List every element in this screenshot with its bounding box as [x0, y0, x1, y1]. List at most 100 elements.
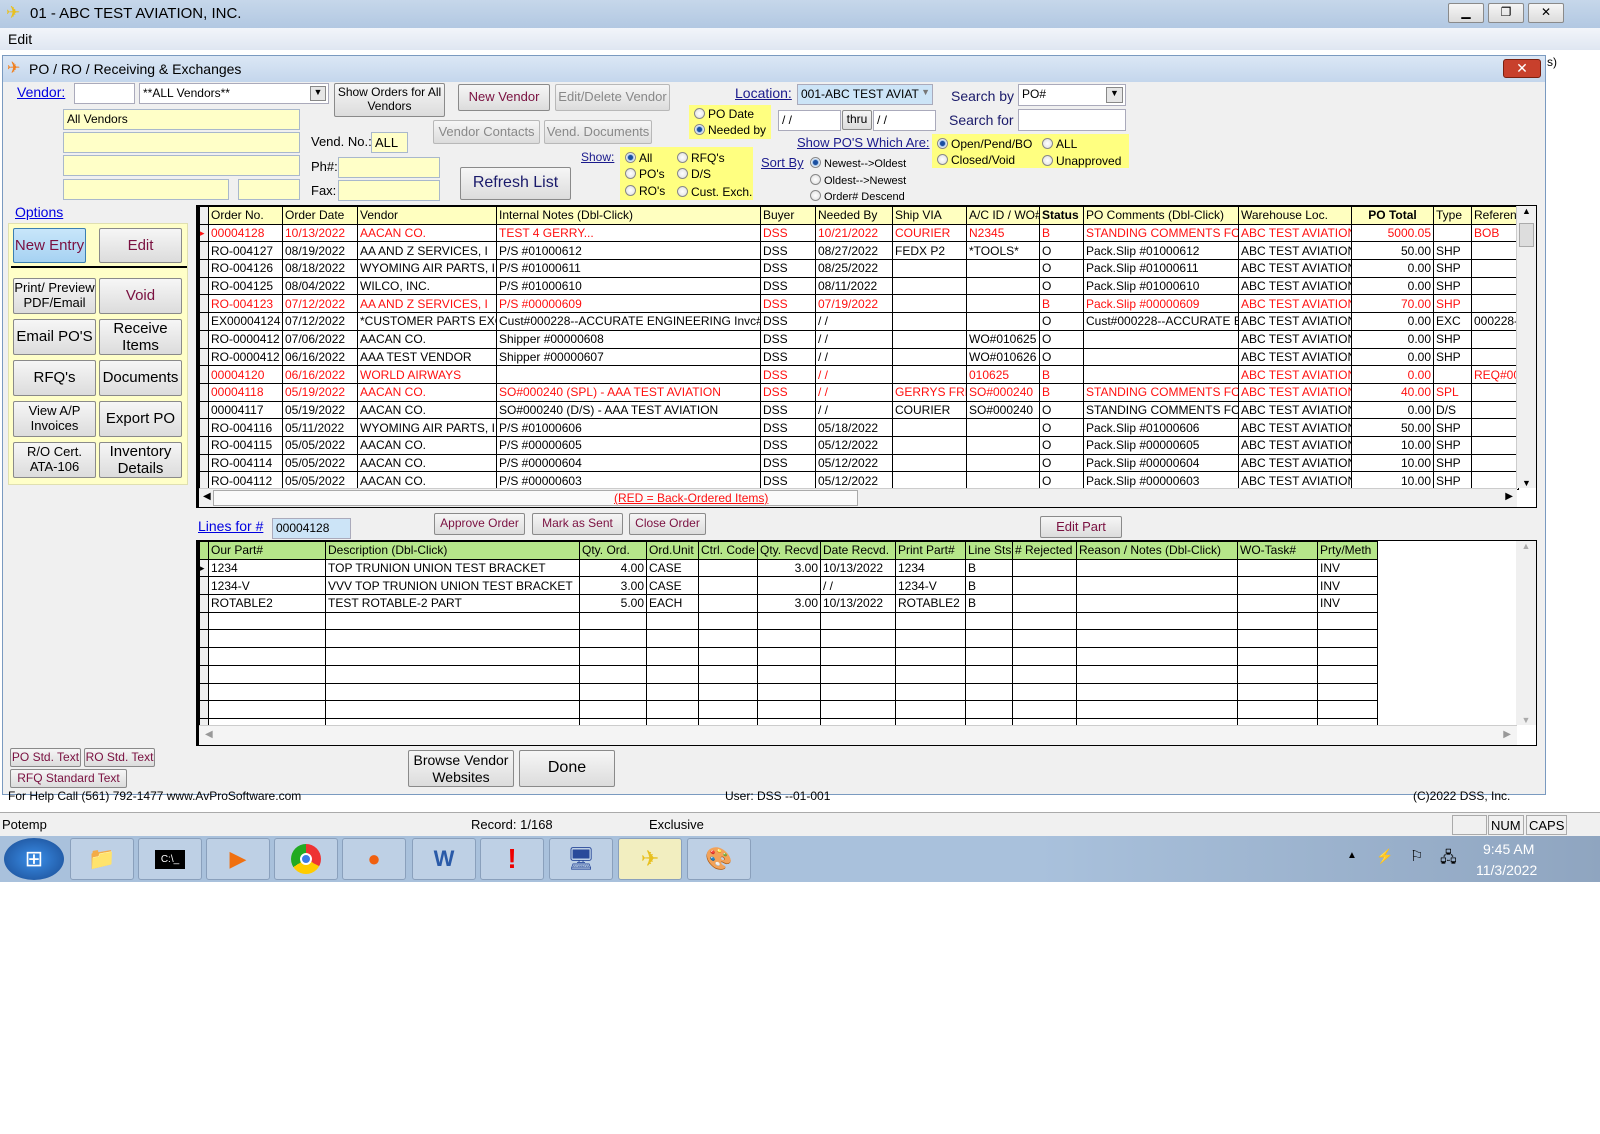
- cell[interactable]: 10/21/2022: [815, 223, 893, 243]
- cell[interactable]: 00004128: [208, 223, 283, 243]
- cell[interactable]: TOP TRUNION UNION TEST BRACKET: [325, 558, 580, 578]
- order-row[interactable]: 00004118 05/19/2022 AACAN CO. SO#000240 (SP…: [199, 382, 1519, 402]
- cell[interactable]: DSS: [760, 435, 816, 455]
- cell[interactable]: [646, 611, 699, 631]
- cell[interactable]: [1317, 629, 1378, 649]
- cell[interactable]: Pack.Slip #00000603: [1083, 471, 1239, 490]
- cell[interactable]: [1012, 682, 1077, 702]
- cell[interactable]: [579, 700, 647, 719]
- cell[interactable]: SHP: [1433, 241, 1472, 261]
- cell[interactable]: [1012, 558, 1077, 578]
- cell[interactable]: DSS: [760, 329, 816, 349]
- cell[interactable]: [1083, 329, 1239, 349]
- cell[interactable]: [1471, 471, 1519, 490]
- cell[interactable]: [698, 700, 758, 719]
- cell[interactable]: [325, 629, 580, 649]
- phone-field[interactable]: [338, 157, 440, 178]
- cell[interactable]: [1433, 223, 1472, 243]
- row-selector[interactable]: [199, 329, 209, 349]
- scroll-thumb[interactable]: [1519, 223, 1534, 247]
- cell[interactable]: ROTABLE2: [895, 594, 966, 613]
- line-row[interactable]: [199, 664, 1378, 684]
- cell[interactable]: Pack.Slip #00000604: [1083, 453, 1239, 473]
- edit-button[interactable]: Edit: [99, 228, 182, 263]
- scroll-up-icon[interactable]: ▲: [1517, 206, 1536, 216]
- cell[interactable]: 06/16/2022: [282, 347, 358, 367]
- show-pos-radio[interactable]: PO's: [625, 167, 665, 181]
- show-hidden-icons[interactable]: ▲: [1347, 850, 1357, 861]
- cell[interactable]: [1012, 664, 1077, 684]
- cell[interactable]: ROTABLE2: [208, 594, 326, 613]
- cell[interactable]: AACAN CO.: [357, 471, 497, 490]
- cell[interactable]: 05/12/2022: [815, 453, 893, 473]
- all-status-radio[interactable]: ALL: [1042, 137, 1077, 151]
- chevron-down-icon[interactable]: ▼: [1106, 87, 1123, 103]
- scroll-right-icon[interactable]: ▶: [1505, 491, 1513, 502]
- column-header[interactable]: Prty/Meth: [1317, 541, 1378, 560]
- show-all-radio[interactable]: All: [625, 151, 652, 165]
- cell[interactable]: [820, 700, 896, 719]
- cell[interactable]: 08/19/2022: [282, 241, 358, 261]
- cell[interactable]: [1076, 664, 1238, 684]
- cell[interactable]: 40.00: [1351, 382, 1434, 402]
- cell[interactable]: Pack.Slip #01000606: [1083, 418, 1239, 437]
- cell[interactable]: BOB: [1471, 223, 1519, 243]
- row-selector[interactable]: [199, 365, 209, 384]
- cell[interactable]: [895, 629, 966, 649]
- cell[interactable]: [698, 682, 758, 702]
- cell[interactable]: RO-0000412: [208, 347, 283, 367]
- void-button[interactable]: Void: [99, 278, 182, 314]
- documents-button[interactable]: Documents: [99, 360, 182, 396]
- cell[interactable]: 3.00: [579, 576, 647, 596]
- show-rfqs-radio[interactable]: RFQ's: [677, 151, 725, 165]
- new-entry-button[interactable]: New Entry: [13, 228, 86, 263]
- cell[interactable]: AACAN CO.: [357, 400, 497, 420]
- vendor-name-field[interactable]: All Vendors: [63, 109, 300, 130]
- cell[interactable]: [820, 647, 896, 666]
- cell[interactable]: [966, 312, 1040, 331]
- cell[interactable]: [966, 276, 1040, 296]
- row-selector[interactable]: [199, 700, 209, 719]
- cell[interactable]: [1433, 365, 1472, 384]
- row-selector[interactable]: [199, 664, 209, 684]
- inventory-details-button[interactable]: Inventory Details: [99, 442, 182, 478]
- vendor-link[interactable]: Vendor:: [17, 84, 65, 100]
- vendor-contacts-button[interactable]: Vendor Contacts: [433, 120, 540, 144]
- cell[interactable]: [1471, 259, 1519, 278]
- cell[interactable]: 50.00: [1351, 241, 1434, 261]
- order-row[interactable]: EX00004124 07/12/2022 *CUSTOMER PARTS EXC C…: [199, 312, 1519, 331]
- word-icon[interactable]: W: [412, 838, 476, 880]
- row-selector[interactable]: [199, 241, 209, 261]
- cell[interactable]: 08/27/2022: [815, 241, 893, 261]
- cell[interactable]: RO-004123: [208, 294, 283, 314]
- cell[interactable]: 00004117: [208, 400, 283, 420]
- order-row[interactable]: RO-0000412 07/06/2022 AACAN CO. Shipper #00…: [199, 329, 1519, 349]
- cell[interactable]: DSS: [760, 471, 816, 490]
- row-selector[interactable]: [199, 276, 209, 296]
- restore-button[interactable]: ❐: [1488, 3, 1524, 23]
- cell[interactable]: [965, 682, 1013, 702]
- cell[interactable]: EXC: [1433, 312, 1472, 331]
- scroll-left-icon[interactable]: ◀: [205, 729, 213, 740]
- cell[interactable]: AACAN CO.: [357, 329, 497, 349]
- closed-void-radio[interactable]: Closed/Void: [937, 153, 1015, 167]
- column-header[interactable]: Needed By: [815, 206, 893, 225]
- cell[interactable]: [1237, 647, 1318, 666]
- cell[interactable]: Pack.Slip #00000609: [1083, 294, 1239, 314]
- cell[interactable]: AACAN CO.: [357, 223, 497, 243]
- cell[interactable]: SO#000240: [966, 382, 1040, 402]
- cell[interactable]: [820, 682, 896, 702]
- scroll-right-icon[interactable]: ▶: [1503, 729, 1511, 740]
- cell[interactable]: SPL: [1433, 382, 1472, 402]
- cell[interactable]: ABC TEST AVIATION: [1238, 329, 1352, 349]
- cell[interactable]: [646, 629, 699, 649]
- column-header[interactable]: PO Total: [1351, 206, 1434, 225]
- row-selector[interactable]: ▸: [199, 223, 209, 243]
- row-selector[interactable]: [199, 576, 209, 596]
- cell[interactable]: 10/13/2022: [820, 594, 896, 613]
- cell[interactable]: DSS: [760, 223, 816, 243]
- order-row[interactable]: RO-004116 05/11/2022 WYOMING AIR PARTS, IP…: [199, 418, 1519, 437]
- cell[interactable]: STANDING COMMENTS FOR: [1083, 400, 1239, 420]
- cell[interactable]: [820, 629, 896, 649]
- cell[interactable]: ABC TEST AVIATION: [1238, 312, 1352, 331]
